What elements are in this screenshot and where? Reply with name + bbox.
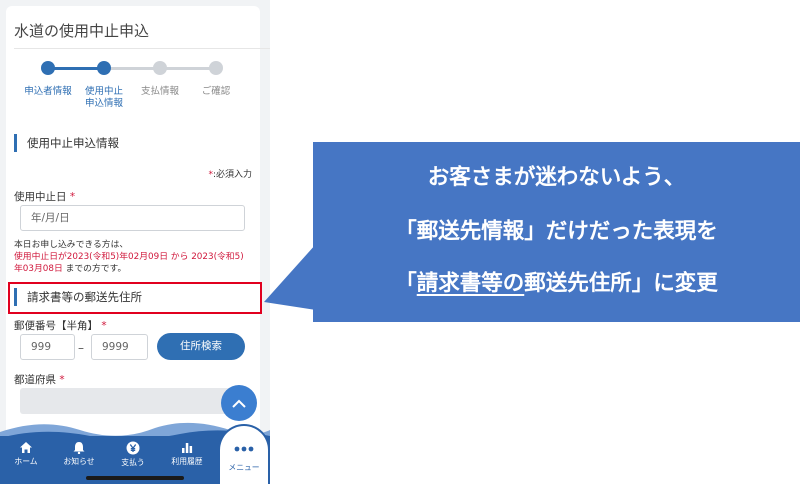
chevron-up-icon	[232, 399, 246, 408]
stepper-line-1	[48, 67, 104, 70]
postal-code-first-input[interactable]: 999	[20, 334, 75, 360]
callout-line-2: 「郵送先情報」だけだった表現を	[395, 219, 718, 244]
step-dot-2	[97, 61, 111, 75]
prefecture-label: 都道府県 *	[14, 374, 65, 386]
nav-history[interactable]: 利用履歴	[162, 441, 212, 467]
stop-date-input[interactable]: 年/月/日	[20, 205, 245, 231]
step-dot-1	[41, 61, 55, 75]
home-indicator	[86, 476, 184, 480]
postal-dash: –	[78, 341, 84, 355]
nav-pay[interactable]: 支払う	[108, 441, 158, 468]
step-label-confirm: ご確認	[201, 86, 231, 97]
step-label-stop-info: 使用中止 申込情報	[84, 86, 123, 109]
step-label-payment: 支払情報	[140, 86, 179, 97]
step-dot-3	[153, 61, 167, 75]
callout-line-3: 「請求書等の郵送先住所」に変更	[395, 271, 718, 296]
phone-screen: 水道の使用中止申込 申込者情報 使用中止 申込情報 支払情報 ご確認 使用中止申…	[0, 0, 270, 484]
step-label-applicant: 申込者情報	[24, 86, 72, 97]
nav-notice[interactable]: お知らせ	[54, 441, 104, 467]
stop-date-label: 使用中止日 *	[14, 191, 76, 203]
postal-code-second-input[interactable]: 9999	[91, 334, 148, 360]
required-note: *:必須入力	[208, 170, 252, 180]
bell-icon	[73, 442, 85, 454]
nav-menu[interactable]: メニュー	[218, 424, 270, 484]
bar-chart-icon	[182, 443, 193, 453]
postal-code-label: 郵便番号【半角】 *	[14, 320, 107, 332]
nav-home[interactable]: ホーム	[1, 441, 51, 467]
callout-line-1: お客さまが迷わないよう、	[427, 165, 686, 190]
yen-icon	[126, 441, 140, 455]
address-search-button[interactable]: 住所検索	[157, 333, 245, 360]
title-divider	[14, 48, 270, 49]
step-dot-4	[209, 61, 223, 75]
section-heading-usage: 使用中止申込情報	[14, 134, 119, 152]
page-title: 水道の使用中止申込	[14, 22, 150, 40]
home-icon	[20, 442, 32, 453]
availability-note: 本日お申し込みできる方は、 使用中止日が2023(令和5)年02月09日 から …	[14, 240, 244, 274]
prefecture-select[interactable]	[20, 388, 246, 414]
section-heading-address: 請求書等の郵送先住所	[14, 288, 142, 306]
more-dots-icon	[234, 446, 254, 452]
